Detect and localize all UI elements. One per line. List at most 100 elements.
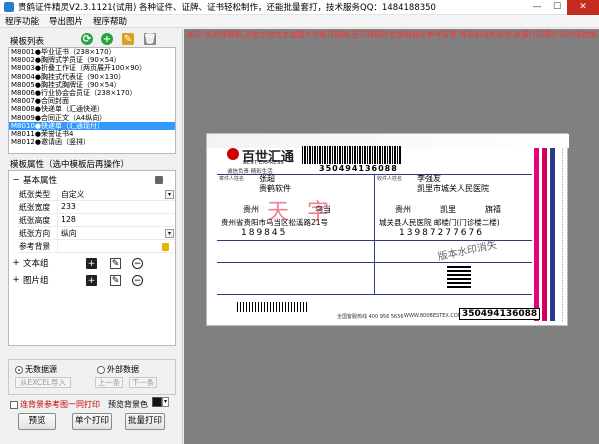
- property-row[interactable]: 参考背景: [17, 241, 175, 253]
- bg-color-swatch[interactable]: [152, 397, 162, 407]
- side-strip: [542, 148, 547, 321]
- print-background-checkbox[interactable]: 连背景参考图一同打印: [10, 399, 100, 410]
- edit-icon[interactable]: ✎: [122, 33, 134, 45]
- preview-canvas[interactable]: 提示:先选择模板,双击左侧文本或图片对象可编辑,还可将图片直接拖放至参考背景.预…: [184, 29, 599, 444]
- property-value[interactable]: 自定义 ▾: [57, 189, 175, 200]
- refresh-icon[interactable]: ⟳: [81, 33, 93, 45]
- menu-help[interactable]: 程序帮助: [88, 15, 132, 27]
- group-basic[interactable]: − 基本属性: [9, 173, 175, 187]
- minimize-button[interactable]: —: [527, 0, 547, 15]
- recipient-address: 城关县人民医院 邮楼门(门诊楼二楼): [379, 218, 500, 227]
- property-value-text: 自定义: [61, 190, 85, 199]
- menu-export[interactable]: 导出图片: [44, 15, 88, 27]
- bottom-tracking: 350494136088: [459, 308, 541, 320]
- recipient-city: 贵州: [395, 205, 411, 214]
- property-value[interactable]: 233: [57, 202, 175, 213]
- list-item[interactable]: M8001●毕业证书（238×170）: [9, 48, 175, 56]
- recipient-phone: 13987277676: [399, 228, 484, 238]
- property-grid: − 基本属性 纸张类型 自定义 ▾ 纸张宽度 233 纸张高度 128 纸张方向 纵向 ▾ 参考背景…: [8, 170, 176, 346]
- brand-logo: [227, 148, 239, 160]
- image-remove-icon[interactable]: −: [132, 275, 143, 286]
- property-value-text: 233: [61, 202, 76, 211]
- list-item[interactable]: M8008●快递单（汇通快递）: [9, 105, 175, 113]
- image-add-icon[interactable]: +: [86, 275, 97, 286]
- chevron-down-icon[interactable]: ▾: [162, 397, 169, 407]
- bottom-barcode: [237, 302, 307, 312]
- watermark-stamp: 天字: [267, 200, 348, 225]
- recipient-label: 收件人姓名: [377, 176, 403, 182]
- qr-code: [447, 264, 471, 288]
- image-edit-icon[interactable]: ✎: [110, 275, 121, 286]
- recipient-area: 旗禧: [485, 205, 501, 214]
- list-item[interactable]: M8009●合同正文（A4纵向）: [9, 114, 175, 122]
- props-label: 模板属性（选中模板后再操作）: [10, 160, 130, 170]
- radio-external[interactable]: 外部数据: [97, 364, 139, 375]
- text-remove-icon[interactable]: −: [132, 258, 143, 269]
- expand-icon[interactable]: +: [11, 258, 21, 268]
- list-item[interactable]: M8010●快递单（汇通现付）: [9, 121, 175, 130]
- expand-icon[interactable]: +: [11, 275, 21, 285]
- side-strip: [534, 148, 539, 321]
- property-value[interactable]: 128: [57, 215, 175, 226]
- list-item[interactable]: M8005●胸挂式胸牌证（90×54）: [9, 81, 175, 89]
- sender-city: 贵州: [243, 205, 259, 214]
- property-row[interactable]: 纸张宽度 233: [17, 202, 175, 214]
- group-text-label: 文本组: [23, 259, 49, 269]
- group-basic-label: 基本属性: [23, 176, 58, 186]
- list-item[interactable]: M8012●邀请函（竖排）: [9, 138, 175, 146]
- preview-button[interactable]: 预览: [18, 413, 56, 430]
- chevron-down-icon[interactable]: ▾: [165, 229, 174, 238]
- list-item[interactable]: M8004●胸挂式代表证（90×130）: [9, 73, 175, 81]
- chevron-down-icon[interactable]: ▾: [165, 190, 174, 199]
- recipient-district: 凯里: [440, 205, 456, 214]
- template-list[interactable]: M8001●毕业证书（238×170） M8002●胸牌式学员证（90×54） M8…: [8, 47, 176, 154]
- sender-phone: 189845: [241, 228, 288, 238]
- sender-company: 贵鹤软件: [259, 184, 291, 193]
- property-value[interactable]: 纵向 ▾: [57, 228, 175, 239]
- property-key: 纸张方向: [19, 229, 51, 238]
- datasource-box: 无数据源 外部数据 从EXCEL导入 上一条 下一条: [8, 359, 176, 395]
- maximize-button[interactable]: ☐: [547, 0, 567, 15]
- property-row[interactable]: 纸张类型 自定义 ▾: [17, 189, 175, 201]
- batch-print-button[interactable]: 批量打印: [125, 413, 165, 430]
- waybill-preview[interactable]: 百世汇通 BEST EXPRESS 诚信负责·精彩生活 350494136088…: [206, 133, 569, 326]
- save-icon[interactable]: [155, 176, 163, 184]
- window-title: 贵鹤证件精灵V2.3.1121(试用) 各种证件、证牌、证书轻松制作，还能批量套…: [18, 3, 436, 13]
- add-icon[interactable]: +: [101, 33, 113, 45]
- title-bar: 贵鹤证件精灵V2.3.1121(试用) 各种证件、证牌、证书轻松制作，还能批量套…: [0, 0, 599, 15]
- list-item[interactable]: M8007●合同封面: [9, 97, 175, 105]
- single-print-button[interactable]: 单个打印: [72, 413, 112, 430]
- property-value-text: 128: [61, 215, 76, 224]
- property-key: 纸张高度: [19, 216, 51, 225]
- list-item[interactable]: M8006●行业协会会员证（238×170）: [9, 89, 175, 97]
- property-value-text: 纵向: [61, 229, 77, 238]
- side-strip: [550, 148, 555, 321]
- group-image-label: 图片组: [23, 276, 49, 286]
- sender-label: 寄件人姓名: [219, 176, 245, 182]
- prev-record-button[interactable]: 上一条: [95, 377, 123, 388]
- template-list-label: 模板列表: [10, 37, 45, 47]
- property-key: 参考背景: [19, 242, 51, 251]
- recipient-company: 凯里市城关人民医院: [417, 184, 489, 193]
- radio-none[interactable]: 无数据源: [15, 364, 57, 375]
- website: WWW.800BESTEX.COM: [404, 313, 463, 319]
- list-item[interactable]: M8002●胸牌式学员证（90×54）: [9, 56, 175, 64]
- preview-bg-label: 预览背景色: [108, 400, 148, 409]
- import-excel-button[interactable]: 从EXCEL导入: [15, 377, 71, 388]
- collapse-icon[interactable]: −: [11, 175, 21, 185]
- text-edit-icon[interactable]: ✎: [110, 258, 121, 269]
- lock-icon: [162, 243, 169, 251]
- property-row[interactable]: 纸张高度 128: [17, 215, 175, 227]
- trash-icon[interactable]: 🗑: [144, 33, 156, 45]
- app-icon: [4, 2, 14, 12]
- text-add-icon[interactable]: +: [86, 258, 97, 269]
- list-item[interactable]: M8003●折叠工作证（两页展开100×90）: [9, 64, 175, 72]
- list-item[interactable]: M8011●荣誉证书4: [9, 130, 175, 138]
- brand-en: BEST EXPRESS: [243, 160, 284, 166]
- next-record-button[interactable]: 下一条: [129, 377, 157, 388]
- notice-text: 提示:先选择模板,双击左侧文本或图片对象可编辑,还可将图片直接拖放至参考背景.预…: [187, 30, 599, 39]
- menu-program[interactable]: 程序功能: [0, 15, 44, 27]
- close-button[interactable]: ✕: [567, 0, 599, 15]
- property-row[interactable]: 纸张方向 纵向 ▾: [17, 228, 175, 240]
- property-value[interactable]: [57, 241, 175, 252]
